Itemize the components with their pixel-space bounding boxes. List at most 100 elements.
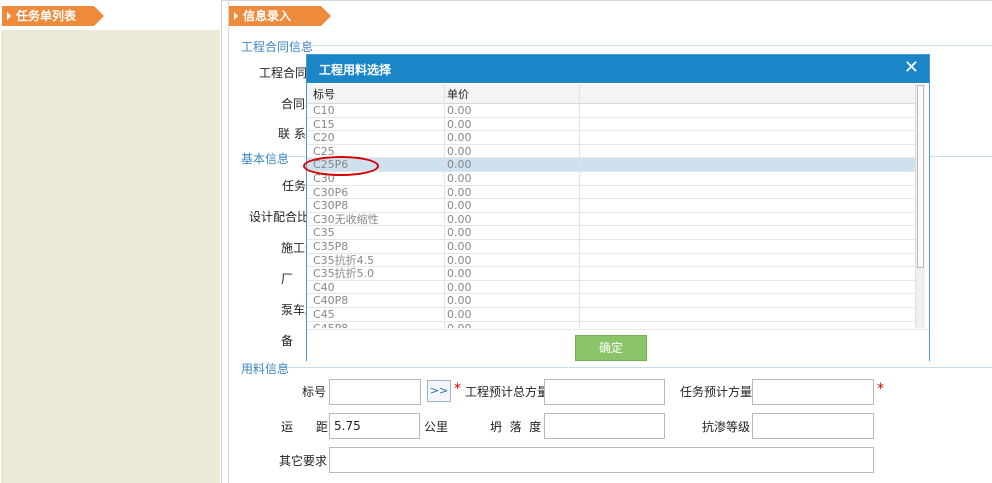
tab-arrow-icon	[7, 12, 11, 20]
grade-cell: C35抗折4.5	[313, 253, 375, 267]
grade-cell: C35抗折5.0	[313, 267, 375, 281]
required-mark: *	[454, 381, 461, 397]
price-cell: 0.00	[447, 158, 472, 172]
main-divider	[228, 0, 229, 483]
grade-cell: C15	[313, 117, 335, 131]
project-total-label: 工程预计总方量	[465, 385, 550, 399]
column-separator	[579, 84, 580, 328]
other-requirements-input[interactable]	[329, 447, 874, 473]
required-mark: *	[877, 381, 884, 397]
table-row[interactable]: C45P8 0.00	[307, 322, 919, 328]
table-row[interactable]: C35抗折5.0 0.00	[307, 267, 919, 281]
project-total-input[interactable]	[544, 379, 665, 405]
section-title-basic: 基本信息	[241, 152, 290, 166]
slump-input[interactable]	[544, 413, 665, 439]
panel-divider	[221, 0, 222, 483]
confirm-button[interactable]: 确定	[575, 335, 647, 361]
price-cell: 0.00	[447, 104, 472, 117]
price-cell: 0.00	[447, 308, 472, 321]
price-cell: 0.00	[447, 294, 472, 308]
price-cell: 0.00	[447, 212, 472, 226]
table-row[interactable]: C45 0.00	[307, 308, 919, 322]
task-volume-label: 任务预计方量	[680, 385, 753, 399]
tab-arrow-icon	[234, 12, 238, 20]
material-grid: 标号 单价 C10 0.00 C15 0.00 C20 0.00 C25 0.00 C25P6 0…	[307, 84, 929, 328]
tab-task-list[interactable]: 任务单列表	[2, 6, 104, 26]
price-cell: 0.00	[447, 280, 472, 294]
grade-cell: C45	[313, 308, 335, 321]
grade-cell: C20	[313, 131, 335, 145]
table-row[interactable]: C15 0.00	[307, 118, 919, 132]
scroll-thumb[interactable]	[917, 85, 924, 268]
task-list-panel	[0, 0, 221, 483]
dialog-footer: 确定	[307, 329, 929, 361]
grade-cell: C40P8	[313, 294, 349, 308]
remarks-label: 备	[281, 334, 294, 348]
price-cell: 0.00	[447, 226, 472, 240]
table-row[interactable]: C35抗折4.5 0.00	[307, 254, 919, 268]
task-list-body	[1, 30, 220, 483]
grade-cell: C10	[313, 104, 335, 117]
price-cell: 0.00	[447, 240, 472, 253]
table-row[interactable]: C30P6 0.00	[307, 186, 919, 200]
highlight-ellipse	[303, 156, 379, 176]
tab-task-list-label: 任务单列表	[16, 9, 77, 23]
table-row[interactable]: C40 0.00	[307, 281, 919, 295]
table-row[interactable]: C20 0.00	[307, 131, 919, 145]
table-row[interactable]: C30无收缩性 0.00	[307, 213, 919, 227]
task-volume-input[interactable]	[752, 379, 874, 405]
price-cell: 0.00	[447, 172, 472, 185]
distance-label: 运 距	[281, 420, 328, 434]
grade-cell: C30无收缩性	[313, 212, 379, 226]
impermeability-label: 抗渗等级	[702, 420, 751, 434]
grade-cell: C30P8	[313, 199, 349, 213]
section-rule	[308, 45, 992, 46]
material-select-dialog: 工程用料选择 ✕ 标号 单价 C10 0.00 C15 0.00 C20 0.00 C25 0…	[306, 54, 930, 361]
slump-label: 坍 落 度	[490, 420, 542, 434]
column-separator	[444, 84, 445, 328]
distance-unit: 公里	[424, 420, 449, 434]
table-row[interactable]: C30 0.00	[307, 172, 919, 186]
plant-label: 厂	[281, 272, 294, 286]
grid-header: 标号 单价	[307, 84, 919, 104]
section-rule	[287, 367, 992, 368]
grade-cell: C30P6	[313, 185, 349, 199]
column-header-grade[interactable]: 标号	[313, 86, 335, 102]
tab-info-entry[interactable]: 信息录入	[229, 6, 331, 26]
price-cell: 0.00	[447, 144, 472, 158]
grade-cell: C40	[313, 280, 335, 294]
contact-label: 联 系	[278, 127, 306, 141]
dialog-header: 工程用料选择 ✕	[307, 55, 929, 83]
grid-scrollbar[interactable]	[915, 84, 925, 328]
grade-cell: C35P8	[313, 240, 349, 253]
grade-cell: C35	[313, 226, 335, 240]
section-title-material: 用料信息	[241, 362, 290, 376]
price-cell: 0.00	[447, 253, 472, 267]
grade-input[interactable]	[329, 379, 421, 405]
top-rule	[222, 0, 992, 1]
select-grade-button[interactable]: >>	[427, 380, 451, 402]
price-cell: 0.00	[447, 117, 472, 131]
section-title-contract: 工程合同信息	[241, 40, 314, 54]
price-cell: 0.00	[447, 267, 472, 281]
grade-cell: C45P8	[313, 322, 348, 328]
table-row[interactable]: C25P6 0.00	[307, 158, 919, 172]
grade-label: 标号	[302, 385, 327, 399]
table-row[interactable]: C10 0.00	[307, 104, 919, 118]
table-row[interactable]: C40P8 0.00	[307, 294, 919, 308]
close-icon[interactable]: ✕	[904, 57, 919, 78]
tab-info-entry-label: 信息录入	[243, 9, 292, 23]
price-cell: 0.00	[447, 131, 472, 145]
dialog-title: 工程用料选择	[319, 63, 392, 77]
distance-input[interactable]	[329, 413, 420, 439]
table-row[interactable]: C25 0.00	[307, 145, 919, 159]
price-cell: 0.00	[447, 199, 472, 213]
impermeability-input[interactable]	[752, 413, 874, 439]
price-cell: 0.00	[447, 185, 472, 199]
table-row[interactable]: C35 0.00	[307, 226, 919, 240]
price-cell: 0.00	[447, 322, 472, 328]
column-header-price[interactable]: 单价	[447, 86, 469, 102]
table-row[interactable]: C30P8 0.00	[307, 199, 919, 213]
table-row[interactable]: C35P8 0.00	[307, 240, 919, 254]
other-requirements-label: 其它要求	[279, 454, 328, 468]
